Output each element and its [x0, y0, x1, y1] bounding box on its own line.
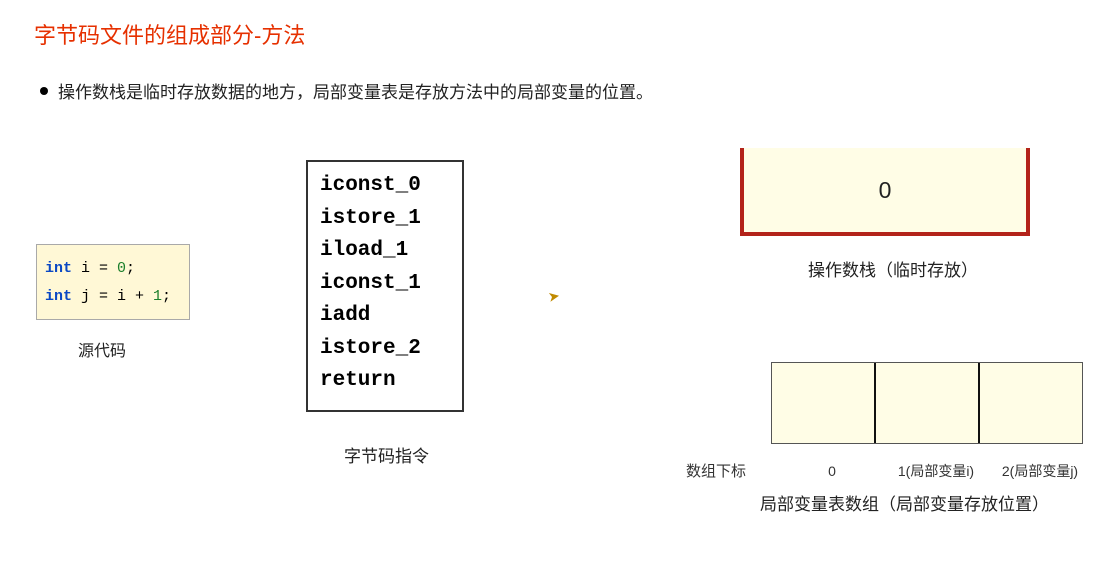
bullet-icon: [40, 87, 48, 95]
src-text: i =: [72, 260, 117, 277]
bytecode-line: iconst_0: [320, 170, 450, 203]
source-code-label: 源代码: [78, 337, 126, 361]
operand-stack-label: 操作数栈（临时存放）: [808, 256, 978, 281]
semicolon: ;: [162, 288, 171, 305]
source-line-1: int i = 0;: [45, 255, 181, 283]
page-title: 字节码文件的组成部分-方法: [34, 18, 305, 50]
bytecode-label: 字节码指令: [344, 442, 429, 467]
index-slot-0: 0: [780, 463, 884, 479]
keyword-int: int: [45, 288, 72, 305]
mouse-cursor-icon: ➤: [547, 287, 562, 306]
operand-stack-box: 0: [740, 148, 1030, 236]
bytecode-box: iconst_0 istore_1 iload_1 iconst_1 iadd …: [306, 160, 464, 412]
stack-top-value: 0: [879, 177, 892, 204]
keyword-int: int: [45, 260, 72, 277]
array-index-row: 数组下标 0 1(局部变量i) 2(局部变量j): [672, 460, 1092, 481]
local-variable-array-label: 局部变量表数组（局部变量存放位置）: [760, 490, 1049, 515]
bytecode-line: iconst_1: [320, 268, 450, 301]
semicolon: ;: [126, 260, 135, 277]
src-text: j = i +: [72, 288, 153, 305]
bullet-row: 操作数栈是临时存放数据的地方，局部变量表是存放方法中的局部变量的位置。: [40, 78, 653, 103]
bytecode-line: iadd: [320, 300, 450, 333]
bytecode-line: istore_1: [320, 203, 450, 236]
bytecode-line: iload_1: [320, 235, 450, 268]
index-slot-2: 2(局部变量j): [988, 461, 1092, 481]
bytecode-line: istore_2: [320, 333, 450, 366]
bullet-text: 操作数栈是临时存放数据的地方，局部变量表是存放方法中的局部变量的位置。: [58, 78, 653, 103]
source-code-box: int i = 0; int j = i + 1;: [36, 244, 190, 320]
array-cell-0: [772, 363, 876, 443]
index-slot-1: 1(局部变量i): [884, 461, 988, 481]
number-literal: 1: [153, 288, 162, 305]
index-prefix-label: 数组下标: [672, 460, 780, 481]
array-cell-1: [876, 363, 980, 443]
bytecode-line: return: [320, 365, 450, 398]
source-line-2: int j = i + 1;: [45, 283, 181, 311]
local-variable-array: [771, 362, 1083, 444]
array-cell-2: [980, 363, 1082, 443]
number-literal: 0: [117, 260, 126, 277]
